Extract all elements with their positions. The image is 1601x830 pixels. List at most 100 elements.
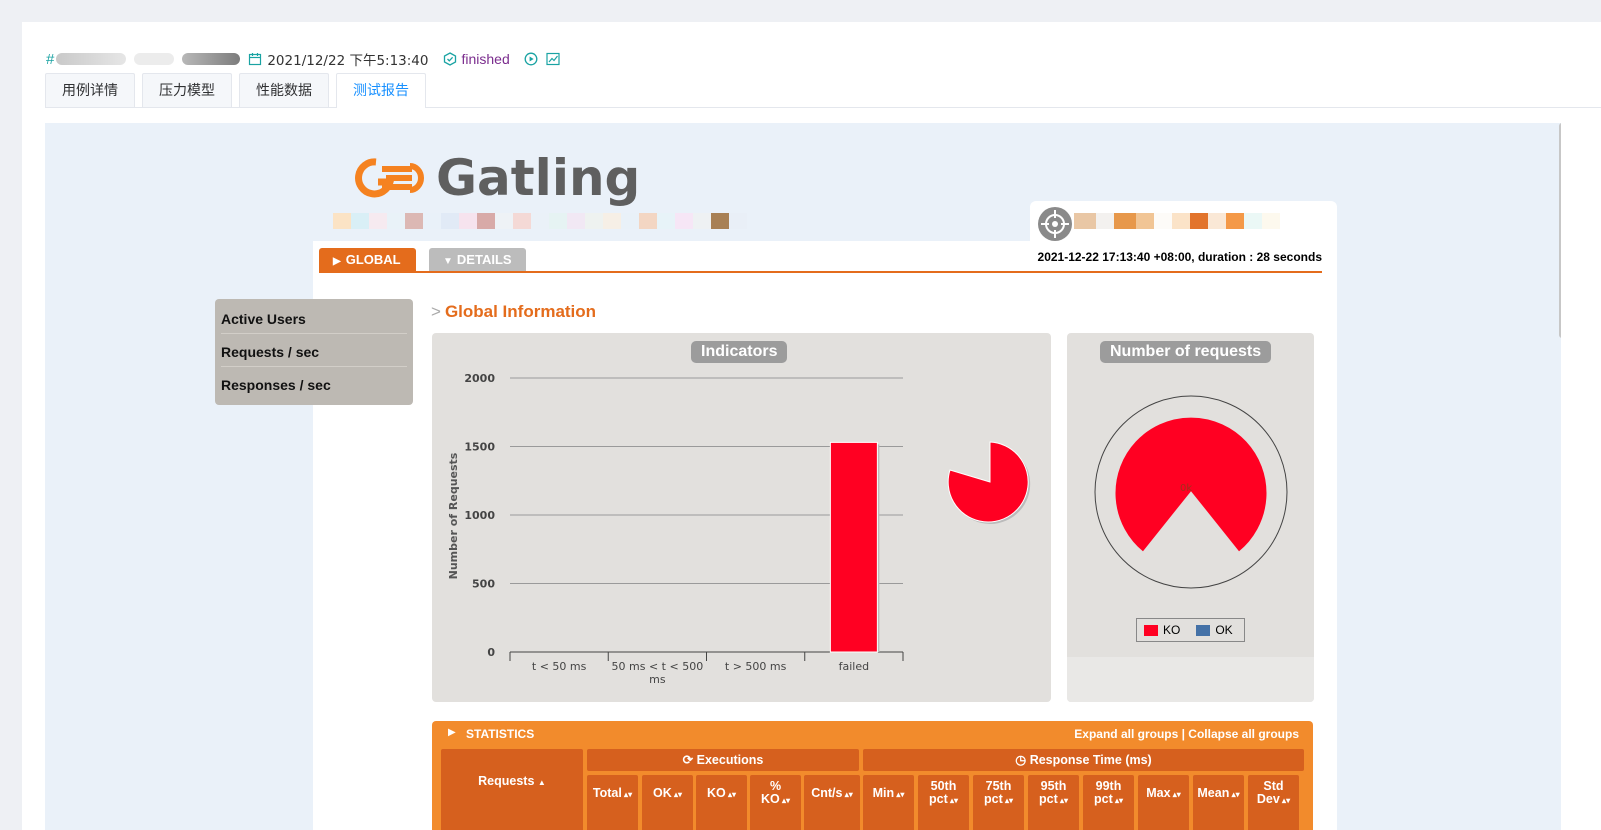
header-response-time: ◷ Response Time (ms) <box>863 749 1304 771</box>
sort-icon: ▴▾ <box>1279 796 1291 805</box>
sort-icon: ▴▾ <box>621 790 633 799</box>
sort-icon: ▴▾ <box>671 790 682 799</box>
hash-symbol: # <box>46 50 55 68</box>
play-icon[interactable] <box>524 52 538 66</box>
column-header[interactable]: 50th pct ▴▾ <box>918 775 969 830</box>
column-header[interactable]: KO ▴▾ <box>696 775 747 830</box>
column-header[interactable]: 95th pct ▴▾ <box>1028 775 1079 830</box>
status-icon <box>443 52 456 66</box>
column-header[interactable]: Total ▴▾ <box>587 775 638 830</box>
tab-case-details[interactable]: 用例详情 <box>45 73 135 108</box>
y-tick-label: 0 <box>487 646 495 659</box>
column-header[interactable]: 99th pct ▴▾ <box>1083 775 1134 830</box>
column-header[interactable]: Std Dev ▴▾ <box>1248 775 1299 830</box>
tab-underline <box>319 271 1322 273</box>
case-header: # 2021/12/22 下午5:13:40 finished <box>46 50 565 69</box>
requests-box: Number of requests 0k KO OK <box>1067 333 1314 702</box>
column-header[interactable]: Max ▴▾ <box>1138 775 1189 830</box>
column-header-label: Cnt/s <box>811 786 843 800</box>
run-info: 2021-12-22 17:13:40 +08:00, duration : 2… <box>1037 250 1322 264</box>
statistics-title: STATISTICS <box>466 727 535 741</box>
statistics-panel: ▶ STATISTICS Expand all groups | Collaps… <box>432 721 1313 830</box>
sort-icon: ▴▾ <box>1112 796 1123 805</box>
requests-box-footer <box>1067 657 1314 702</box>
column-header[interactable]: OK ▴▾ <box>642 775 693 830</box>
column-header-label: Min <box>872 786 895 800</box>
simulation-box <box>1030 201 1337 243</box>
status-text: finished <box>461 51 510 67</box>
section-title: > Global Information <box>431 302 596 322</box>
bar <box>829 441 878 653</box>
column-header-label: KO <box>706 786 726 800</box>
sort-icon: ▴▾ <box>842 790 853 799</box>
section-title-text: Global Information <box>444 302 597 321</box>
redacted-name <box>56 53 127 65</box>
x-tick-label: 50 ms < t < 500 <box>612 660 704 673</box>
redacted-simulation-id <box>1074 213 1280 229</box>
pie-center-label: 0k <box>1180 483 1192 494</box>
x-tick-label: t > 500 ms <box>725 660 787 673</box>
column-header[interactable]: Cnt/s ▴▾ <box>804 775 860 830</box>
header-requests[interactable]: Requests ▲ <box>441 749 583 830</box>
tab-load-model[interactable]: 压力模型 <box>142 73 232 108</box>
column-header-label: Total <box>592 786 622 800</box>
column-header[interactable]: Mean ▴▾ <box>1193 775 1244 830</box>
sort-icon: ▴▾ <box>1170 790 1181 799</box>
y-axis-label: Number of Requests <box>447 452 460 579</box>
legend-ko-swatch <box>1144 624 1158 636</box>
column-header[interactable]: Min ▴▾ <box>863 775 914 830</box>
trend-chart-icon[interactable] <box>546 52 560 66</box>
column-header-label: % KO <box>760 779 782 806</box>
menu-requests-per-sec[interactable]: Requests / sec <box>221 334 407 367</box>
redacted-name <box>134 53 175 65</box>
requests-pie-chart: 0k <box>1094 395 1288 589</box>
tab-details[interactable]: ▼ DETAILS <box>429 248 526 271</box>
gatling-logo-text: Gatling <box>436 149 641 207</box>
x-tick-label: t < 50 ms <box>532 660 587 673</box>
sort-icon: ▴▾ <box>725 790 736 799</box>
side-menu: Active Users Requests / sec Responses / … <box>215 299 413 405</box>
sort-asc-icon: ▲ <box>537 778 546 787</box>
column-header[interactable]: % KO ▴▾ <box>750 775 801 830</box>
header-executions-label: Executions <box>696 753 764 767</box>
expand-collapse-groups[interactable]: Expand all groups | Collapse all groups <box>1074 727 1299 741</box>
y-tick-label: 2000 <box>464 372 495 385</box>
menu-responses-per-sec[interactable]: Responses / sec <box>221 367 407 400</box>
sort-icon: ▴▾ <box>947 796 958 805</box>
calendar-icon <box>249 53 262 66</box>
tab-bar: 用例详情 压力模型 性能数据 测试报告 <box>45 73 1601 108</box>
play-triangle-icon: ▶ <box>333 256 341 267</box>
scrollbar[interactable] <box>1559 123 1561 338</box>
tab-details-label: DETAILS <box>456 252 512 267</box>
down-triangle-icon: ▼ <box>443 256 453 267</box>
legend-ok-label: OK <box>1215 623 1233 637</box>
sort-icon: ▴▾ <box>1057 796 1068 805</box>
indicators-chart: 0 500 1000 1500 2000 Number of Requests t < 50… <box>447 372 1031 686</box>
tab-performance-data[interactable]: 性能数据 <box>239 73 329 108</box>
sort-icon: ▴▾ <box>1229 790 1240 799</box>
column-header-label: OK <box>652 786 672 800</box>
mini-pie-slice <box>947 441 1029 523</box>
report-frame: Gatling ▶ GLOBAL ▼ DETAILS 2021-12-22 17… <box>45 123 1561 830</box>
sort-icon: ▴▾ <box>779 796 790 805</box>
tab-global[interactable]: ▶ GLOBAL <box>319 248 416 271</box>
y-tick-label: 500 <box>472 578 495 591</box>
legend-ko-label: KO <box>1163 623 1181 637</box>
indicators-box: Indicators 0 500 1000 1500 2000 Number of Req… <box>432 333 1051 702</box>
column-header-label: Mean <box>1197 786 1230 800</box>
y-tick-label: 1000 <box>464 509 495 522</box>
header-executions: ⟳ Executions <box>587 749 859 771</box>
play-triangle-icon: ▶ <box>448 727 456 738</box>
gatling-logo: Gatling <box>352 149 640 207</box>
menu-active-users[interactable]: Active Users <box>221 301 407 334</box>
tab-test-report[interactable]: 测试报告 <box>336 73 426 108</box>
redacted-simulation-name <box>333 213 747 229</box>
legend-ok-swatch <box>1196 624 1211 636</box>
legend: KO OK <box>1136 618 1245 642</box>
column-header[interactable]: 75th pct ▴▾ <box>973 775 1024 830</box>
clock-icon: ◷ <box>1015 753 1027 767</box>
section-chevron: > <box>431 302 441 321</box>
run-date: 2021/12/22 下午5:13:40 <box>267 53 429 69</box>
header-requests-label: Requests <box>478 774 535 788</box>
gatling-logo-icon <box>355 158 424 198</box>
